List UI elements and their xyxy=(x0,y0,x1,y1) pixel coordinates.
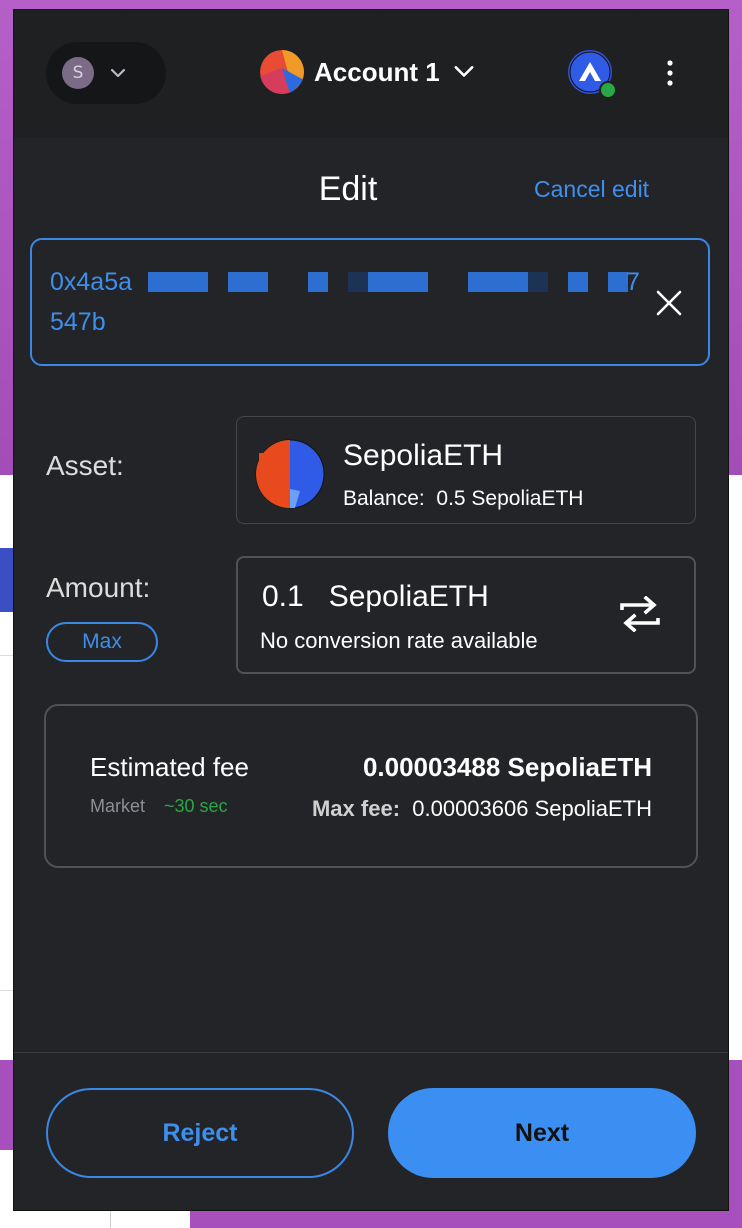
wallet-popup: S Account 1 Edit Cancel edit 0x4a5a 7 54… xyxy=(14,10,728,1210)
max-button[interactable]: Max xyxy=(46,622,158,662)
max-fee-value: 0.00003606 SepoliaETH xyxy=(400,796,652,821)
cancel-edit-link[interactable]: Cancel edit xyxy=(534,176,649,203)
recipient-address-field[interactable]: 0x4a5a 7 547b xyxy=(30,238,710,366)
network-avatar: S xyxy=(62,57,94,89)
account-avatar-icon xyxy=(260,50,304,94)
asset-label: Asset: xyxy=(46,450,124,481)
account-name: Account 1 xyxy=(314,56,440,87)
asset-name: SepoliaETH xyxy=(343,439,504,472)
conversion-note: No conversion rate available xyxy=(260,628,538,653)
asset-selector[interactable]: SepoliaETH Balance: 0.5 SepoliaETH xyxy=(236,416,696,524)
redacted-address-segment xyxy=(148,272,628,292)
estimated-fee-value: 0.00003488 SepoliaETH xyxy=(362,752,652,782)
address-end: 7 xyxy=(626,268,640,296)
gas-fee-panel[interactable]: Estimated fee 0.00003488 SepoliaETH Mark… xyxy=(44,704,698,868)
swap-icon[interactable] xyxy=(618,596,662,632)
chevron-down-icon xyxy=(454,66,474,77)
footer-divider xyxy=(14,1052,728,1053)
asset-balance: Balance: 0.5 SepoliaETH xyxy=(343,487,584,510)
amount-label: Amount: xyxy=(46,572,151,603)
amount-input[interactable]: 0.1 SepoliaETH No conversion rate availa… xyxy=(236,556,696,674)
chevron-down-icon xyxy=(110,68,126,78)
more-options-icon[interactable] xyxy=(662,58,678,90)
amount-value: 0.1 SepoliaETH xyxy=(262,580,489,613)
background-divider xyxy=(0,655,14,656)
connected-site-icon[interactable] xyxy=(568,50,616,98)
address-line-2: 547b xyxy=(50,308,106,336)
max-fee: Max fee: 0.00003606 SepoliaETH xyxy=(312,796,652,822)
max-fee-label: Max fee: xyxy=(311,796,401,821)
sepolia-eth-token-icon xyxy=(255,439,325,509)
popup-header: S Account 1 xyxy=(14,10,728,138)
address-start: 0x4a5a xyxy=(50,268,133,296)
fee-time-estimate: ~30 sec xyxy=(164,796,228,816)
reject-button[interactable]: Reject xyxy=(46,1088,354,1178)
recipient-address: 0x4a5a 7 547b xyxy=(50,262,640,342)
network-picker[interactable]: S xyxy=(46,42,166,104)
close-icon[interactable] xyxy=(654,288,684,318)
estimated-fee-label: Estimated fee xyxy=(90,752,249,782)
account-picker[interactable]: Account 1 xyxy=(260,50,478,94)
next-button[interactable]: Next xyxy=(388,1088,696,1178)
background-divider xyxy=(0,990,14,991)
fee-market-label: Market xyxy=(90,796,146,816)
